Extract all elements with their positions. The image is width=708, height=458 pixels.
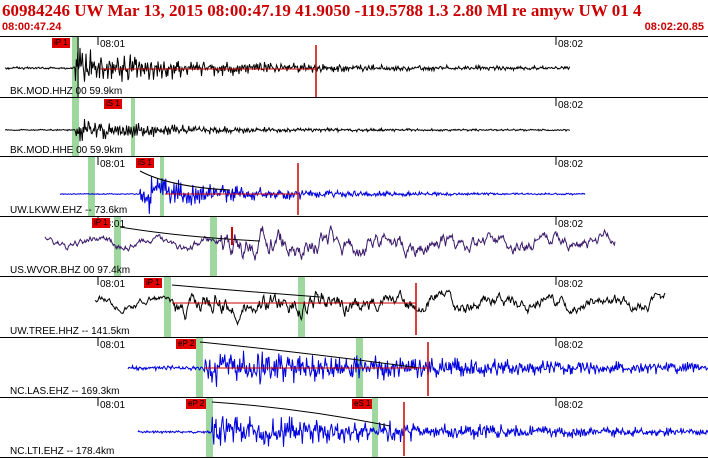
seismogram-trace [4, 47, 571, 82]
time-tick-label: 08:02 [558, 159, 584, 170]
s-window-marker [372, 398, 378, 457]
seismogram-trace [4, 118, 571, 142]
phase-pick-flag[interactable]: eS 1 [352, 399, 373, 409]
channel-label: NC.LAS.EHZ -- 169.3km [10, 386, 120, 397]
seismogram-trace [59, 176, 586, 214]
channel-label: UW.TREE.HHZ -- 141.5km [10, 326, 130, 337]
window-end-time: 08:02:20.85 [644, 21, 704, 33]
time-tick-label: 08:02 [558, 100, 584, 111]
event-header: 60984246 UW Mar 13, 2015 08:00:47.19 41.… [0, 0, 708, 36]
trace-panel-nc-lti-ehz[interactable]: 08:01 08:02 eP 2 eS 1 NC.LTI.EHZ -- 178.… [0, 397, 708, 458]
seismogram-trace [44, 225, 616, 261]
phase-pick-flag[interactable]: eP 2 [186, 399, 207, 409]
travel-time-curve [139, 170, 231, 191]
seismogram-trace [94, 289, 666, 326]
channel-label: BK.MOD.HHZ 00 59.9km [10, 86, 123, 97]
seismogram-trace [137, 416, 708, 447]
trace-panel-bk-mod-hhe[interactable]: 08:02 iS 1 BK.MOD.HHE 00 59.9km [0, 97, 708, 157]
time-tick-label: 08:01 [100, 39, 126, 50]
channel-label: BK.MOD.HHE 00 59.9km [10, 145, 123, 156]
time-tick-label: 08:01 [100, 400, 126, 411]
channel-label: UW.LKWW.EHZ -- 73.6km [10, 205, 128, 216]
time-tick-label: 08:02 [558, 219, 584, 230]
window-start-time: 08:00:47.24 [2, 21, 62, 33]
s-window-marker [298, 277, 305, 337]
travel-time-curve [119, 226, 261, 242]
trace-panel-uw-lkww-ehz[interactable]: 08:01 08:02 iS 1 UW.LKWW.EHZ -- 73.6km [0, 156, 708, 217]
time-tick-label: 08:02 [558, 400, 584, 411]
p-window-marker [164, 277, 171, 337]
phase-pick-flag[interactable]: iS 1 [104, 99, 122, 109]
event-title: 60984246 UW Mar 13, 2015 08:00:47.19 41.… [2, 1, 642, 20]
phase-pick-flag[interactable]: iP 1 [144, 278, 162, 288]
trace-panel-bk-mod-hhz[interactable]: 08:01 08:02 iP 1 BK.MOD.HHZ 00 59.9km [0, 36, 708, 98]
trace-panel-nc-las-ehz[interactable]: 08:01 08:02 eP 2 NC.LAS.EHZ -- 169.3km [0, 337, 708, 398]
trace-panel-us-wvor-bhz[interactable]: 08:01 08:02 iP 1 US.WVOR.BHZ 00 97.4km [0, 216, 708, 277]
phase-pick-flag[interactable]: iP 1 [92, 218, 110, 228]
phase-pick-flag[interactable]: eP 2 [176, 339, 197, 349]
trace-panel-uw-tree-hhz[interactable]: 08:01 08:02 iP 1 UW.TREE.HHZ -- 141.5km [0, 276, 708, 338]
time-tick-label: 08:01 [100, 340, 126, 351]
travel-time-curve [171, 284, 321, 298]
seismogram-trace [127, 350, 708, 387]
time-tick-label: 08:02 [558, 39, 584, 50]
time-tick-label: 08:01 [100, 279, 126, 290]
time-tick-label: 08:02 [558, 279, 584, 290]
time-tick-label: 08:02 [558, 340, 584, 351]
channel-label: NC.LTI.EHZ -- 178.4km [10, 446, 115, 457]
phase-pick-flag[interactable]: iS 1 [136, 158, 154, 168]
channel-label: US.WVOR.BHZ 00 97.4km [10, 265, 131, 276]
s-window-marker [210, 217, 217, 276]
time-tick-label: 08:01 [100, 159, 126, 170]
phase-pick-flag[interactable]: iP 1 [52, 38, 70, 48]
